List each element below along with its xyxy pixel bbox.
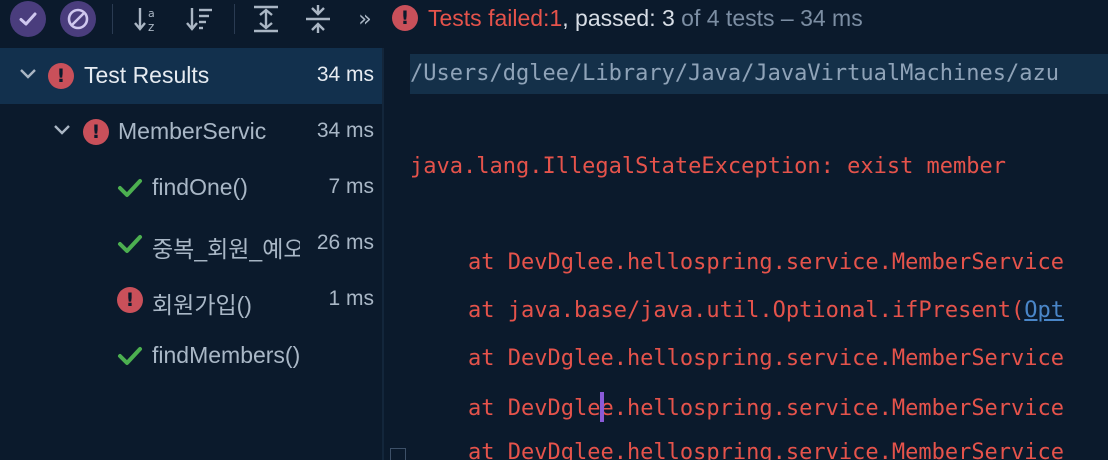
show-ignored-button[interactable] bbox=[60, 1, 96, 37]
test-toolbar: a z » ! Tests failed: 1 , passed: 3 of 4… bbox=[0, 0, 1108, 38]
tree-row-duration: 7 ms bbox=[328, 175, 374, 198]
svg-text:z: z bbox=[148, 20, 154, 34]
passed-check-icon bbox=[118, 235, 142, 253]
expand-all-button[interactable] bbox=[246, 0, 286, 38]
stack-frame: at DevDglee.hellospring.service.MemberSe… bbox=[468, 392, 1064, 424]
collapse-all-button[interactable] bbox=[298, 0, 338, 38]
stack-frame: at java.base/java.util.Optional.ifPresen… bbox=[468, 298, 1065, 323]
toolbar-separator bbox=[234, 4, 235, 34]
double-chevron-right-icon: » bbox=[358, 6, 372, 32]
summary-total: of 4 tests – 34 ms bbox=[674, 4, 863, 31]
failed-icon: ! bbox=[48, 63, 74, 89]
tree-row-duration: 26 ms bbox=[316, 231, 374, 254]
sort-alpha-icon: a z bbox=[134, 7, 155, 34]
failed-icon: ! bbox=[117, 287, 143, 313]
tree-row-test[interactable]: findOne() 7 ms bbox=[0, 160, 382, 216]
test-results-tree: ! Test Results 34 ms ! MemberServic 34 m… bbox=[0, 48, 382, 460]
console-output[interactable]: /Users/dglee/Library/Java/JavaVirtualMac… bbox=[384, 38, 1108, 460]
test-summary: ! Tests failed: 1 , passed: 3 of 4 tests… bbox=[392, 0, 863, 36]
collapse-all-icon bbox=[306, 5, 330, 33]
tree-row-label: Test Results bbox=[84, 62, 210, 88]
chevron-down-icon[interactable] bbox=[52, 120, 72, 140]
tree-row-duration: 34 ms bbox=[316, 63, 374, 86]
check-icon bbox=[19, 12, 37, 26]
show-passed-button[interactable] bbox=[10, 1, 46, 37]
chevron-down-icon[interactable] bbox=[18, 64, 38, 84]
passed-check-icon bbox=[118, 347, 142, 365]
toolbar-separator bbox=[112, 4, 113, 34]
tree-row-member-service[interactable]: ! MemberServic 34 ms bbox=[0, 104, 382, 160]
stack-frame: at DevDglee.hellospring.service.MemberSe… bbox=[468, 440, 1065, 460]
svg-text:a: a bbox=[148, 7, 155, 20]
stack-frame: at DevDglee.hellospring.service.MemberSe… bbox=[468, 346, 1065, 371]
summary-failed-label: Tests failed: bbox=[428, 4, 550, 31]
tree-row-duration: 1 ms bbox=[328, 287, 374, 310]
tree-row-label: findOne() bbox=[152, 174, 248, 200]
tree-row-test[interactable]: ! 회원가입() 1 ms bbox=[0, 272, 382, 328]
more-button[interactable]: » bbox=[350, 0, 380, 38]
tree-row-duration: 34 ms bbox=[316, 119, 374, 142]
failed-icon: ! bbox=[83, 119, 109, 145]
summary-failed-count: 1 bbox=[549, 4, 563, 31]
expand-all-icon bbox=[254, 5, 278, 33]
text-cursor bbox=[600, 392, 605, 422]
exception-message: java.lang.IllegalStateException: exist m… bbox=[410, 154, 1007, 179]
tree-row-label: MemberServic bbox=[118, 118, 267, 144]
sort-by-duration-button[interactable] bbox=[180, 0, 220, 38]
fold-toggle-icon[interactable] bbox=[390, 448, 406, 460]
sort-duration-icon bbox=[186, 8, 212, 31]
tree-row-test-results[interactable]: ! Test Results 34 ms bbox=[0, 48, 382, 104]
source-link[interactable]: Opt bbox=[1024, 298, 1064, 323]
console-command-line: /Users/dglee/Library/Java/JavaVirtualMac… bbox=[410, 54, 1108, 94]
passed-check-icon bbox=[118, 179, 142, 197]
error-icon: ! bbox=[392, 5, 418, 31]
stack-frame: at DevDglee.hellospring.service.MemberSe… bbox=[468, 250, 1065, 275]
no-entry-icon bbox=[67, 8, 89, 30]
sort-alphabetically-button[interactable]: a z bbox=[128, 0, 168, 38]
tree-row-label: findMembers() bbox=[152, 342, 301, 368]
tree-row-label: 회원가입() bbox=[152, 292, 252, 318]
tree-row-label: 중복_회원_예오 bbox=[152, 236, 300, 262]
summary-passed: , passed: 3 bbox=[562, 4, 675, 31]
tree-row-test[interactable]: 중복_회원_예오 26 ms bbox=[0, 216, 382, 272]
tree-row-test[interactable]: findMembers() bbox=[0, 328, 382, 384]
